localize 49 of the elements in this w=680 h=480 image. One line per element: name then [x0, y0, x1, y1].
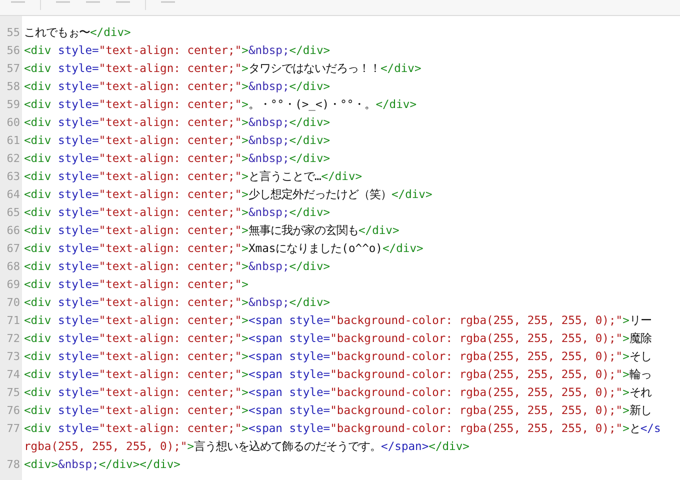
code-line: <div style="text-align: center;">&nbsp;</div> [24, 151, 332, 167]
code-line: <div style="text-align: center;"><span style="background-color: rgba(255, 255, 255, 0);">輪っ [24, 367, 652, 383]
line-number: 77 [6, 421, 21, 437]
code-line: <div style="text-align: center;"><span style="background-color: rgba(255, 255, 255, 0);">魔除 [24, 331, 652, 347]
code-line: <div style="text-align: center;"><span style="background-color: rgba(255, 255, 255, 0);">新し [24, 403, 652, 419]
line-number: 75 [6, 385, 21, 401]
line-number: 60 [6, 115, 21, 131]
line-number: 63 [6, 169, 21, 185]
code-line: <div style="text-align: center;">&nbsp;</div> [24, 79, 332, 95]
code-line: <div style="text-align: center;"><span style="background-color: rgba(255, 255, 255, 0);">そし [24, 349, 652, 365]
line-number: 71 [6, 313, 21, 329]
line-number: 58 [6, 79, 21, 95]
code-line: <div>&nbsp;</div></div> [24, 457, 182, 473]
line-number: 69 [6, 277, 21, 293]
line-number: 61 [6, 133, 21, 149]
code-line: <div style="text-align: center;"> [24, 277, 250, 293]
line-number: 72 [6, 331, 21, 347]
code-line: <div style="text-align: center;">&nbsp;</div> [24, 43, 332, 59]
code-line: <div style="text-align: center;">&nbsp;</div> [24, 133, 332, 149]
code-line: rgba(255, 255, 255, 0);">言う想いを込めて飾るのだそうです。</span></div> [24, 439, 470, 455]
line-number: 59 [6, 97, 21, 113]
code-line: <div style="text-align: center;">無事に我が家の玄関も</div> [24, 223, 400, 239]
line-number: 73 [6, 349, 21, 365]
line-number: 76 [6, 403, 21, 419]
code-line: <div style="text-align: center;">Xmasになりました(o^^o)</div> [24, 241, 424, 257]
line-number: 74 [6, 367, 21, 383]
code-line: <div style="text-align: center;">少し想定外だったけど（笑）</div> [24, 187, 434, 203]
line-number: 62 [6, 151, 21, 167]
line-number: 66 [6, 223, 21, 239]
line-number: 57 [6, 61, 21, 77]
code-line: <div style="text-align: center;"><span style="background-color: rgba(255, 255, 255, 0);">リー [24, 313, 652, 329]
line-number: 78 [6, 457, 21, 473]
line-number: 56 [6, 43, 21, 59]
line-number: 70 [6, 295, 21, 311]
line-number: 65 [6, 205, 21, 221]
code-line: <div style="text-align: center;">タワシではないだろっ！！</div> [24, 61, 422, 77]
line-number: 67 [6, 241, 21, 257]
code-line: <div style="text-align: center;">。・°°・(>_<)・°°・。</div> [24, 97, 418, 113]
line-number: 68 [6, 259, 21, 275]
code-line: これでもぉ〜</div> [24, 25, 132, 41]
code-line: <div style="text-align: center;">&nbsp;</div> [24, 115, 332, 131]
code-line: <div style="text-align: center;"><span style="background-color: rgba(255, 255, 255, 0);">と</s [24, 421, 662, 437]
code-line: <div style="text-align: center;">と言うことで…</div> [24, 169, 364, 185]
line-number: 55 [6, 25, 21, 41]
code-line: <div style="text-align: center;">&nbsp;</div> [24, 295, 332, 311]
line-number: 64 [6, 187, 21, 203]
code-line: <div style="text-align: center;">&nbsp;</div> [24, 259, 332, 275]
code-line: <div style="text-align: center;">&nbsp;</div> [24, 205, 332, 221]
code-line: <div style="text-align: center;"><span style="background-color: rgba(255, 255, 255, 0);">それ [24, 385, 652, 401]
